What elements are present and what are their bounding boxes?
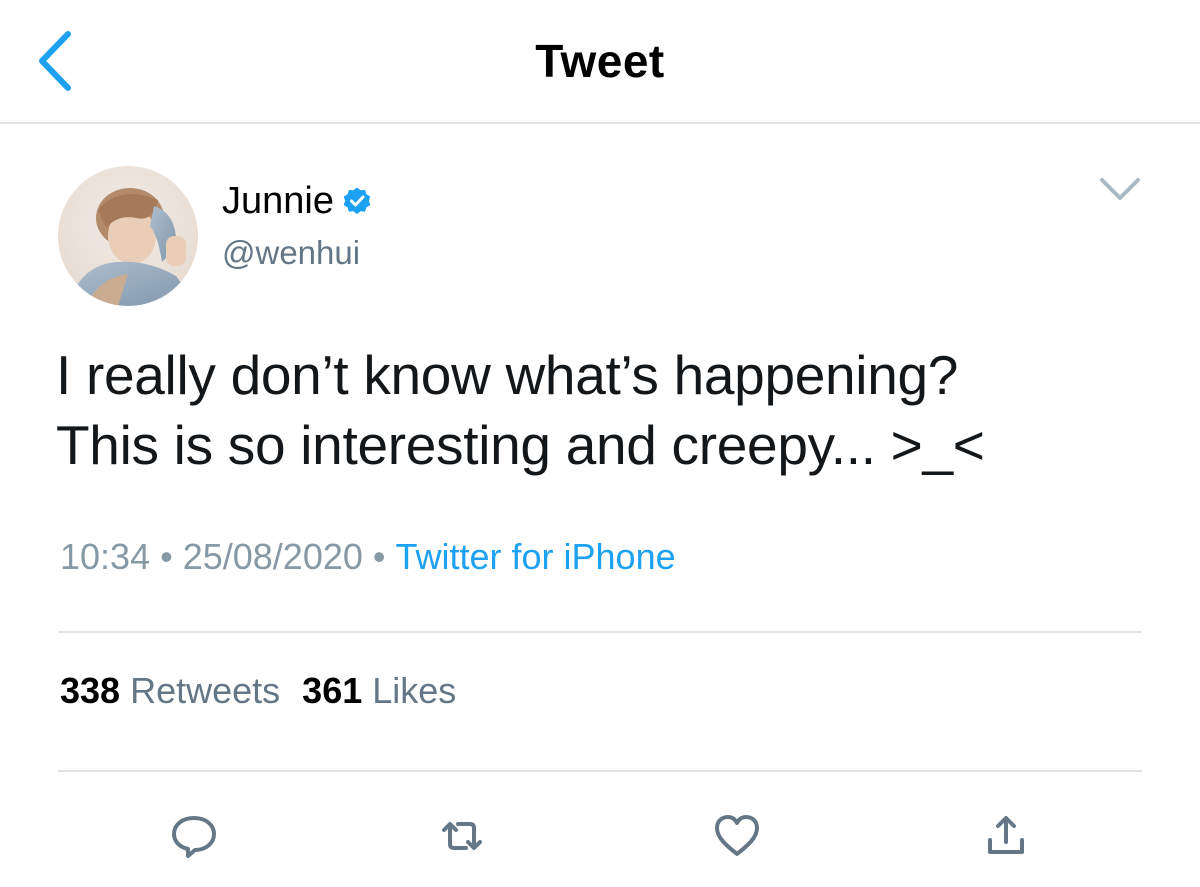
tweet-metadata: 10:34 • 25/08/2020 • Twitter for iPhone [60,536,676,578]
reply-button[interactable] [166,808,222,864]
heart-icon [715,815,759,856]
retweets-count: 338 [60,670,121,711]
tweet-text: I really don’t know what’s happening? Th… [56,344,985,476]
author-handle[interactable]: @wenhui [222,234,360,272]
like-button[interactable] [709,808,765,864]
engagement-stats: 338 Retweets 361 Likes [60,670,456,712]
author-display-name[interactable]: Junnie [222,180,334,223]
share-icon [988,816,1024,854]
avatar-photo [58,166,198,306]
page-title: Tweet [535,35,665,87]
chevron-down-icon [1100,178,1140,200]
likes-count: 361 [302,670,363,711]
tweet-time: 10:34 [60,536,151,577]
author-name-row[interactable]: Junnie [222,176,372,226]
divider [58,770,1142,772]
top-navigation-bar: Tweet [0,0,1200,124]
retweets-label: Retweets [130,670,281,711]
separator-dot: • [160,536,173,577]
retweet-icon [442,822,482,850]
tweet-options-button[interactable] [1096,170,1144,210]
verified-badge-icon [343,187,371,215]
likes-label: Likes [372,670,457,711]
tweet-date: 25/08/2020 [182,536,363,577]
author-avatar[interactable] [58,166,198,306]
likes-stat[interactable]: 361 Likes [302,670,456,711]
retweets-stat[interactable]: 338 Retweets [60,670,280,711]
share-button[interactable] [978,808,1034,864]
tweet-source-link[interactable]: Twitter for iPhone [396,536,676,577]
separator-dot: • [372,536,386,577]
tweet-detail-screen: Tweet Junnie @wenhui I really don’t know… [0,0,1200,887]
reply-icon [172,816,216,858]
divider [58,631,1142,633]
retweet-button[interactable] [434,808,490,864]
